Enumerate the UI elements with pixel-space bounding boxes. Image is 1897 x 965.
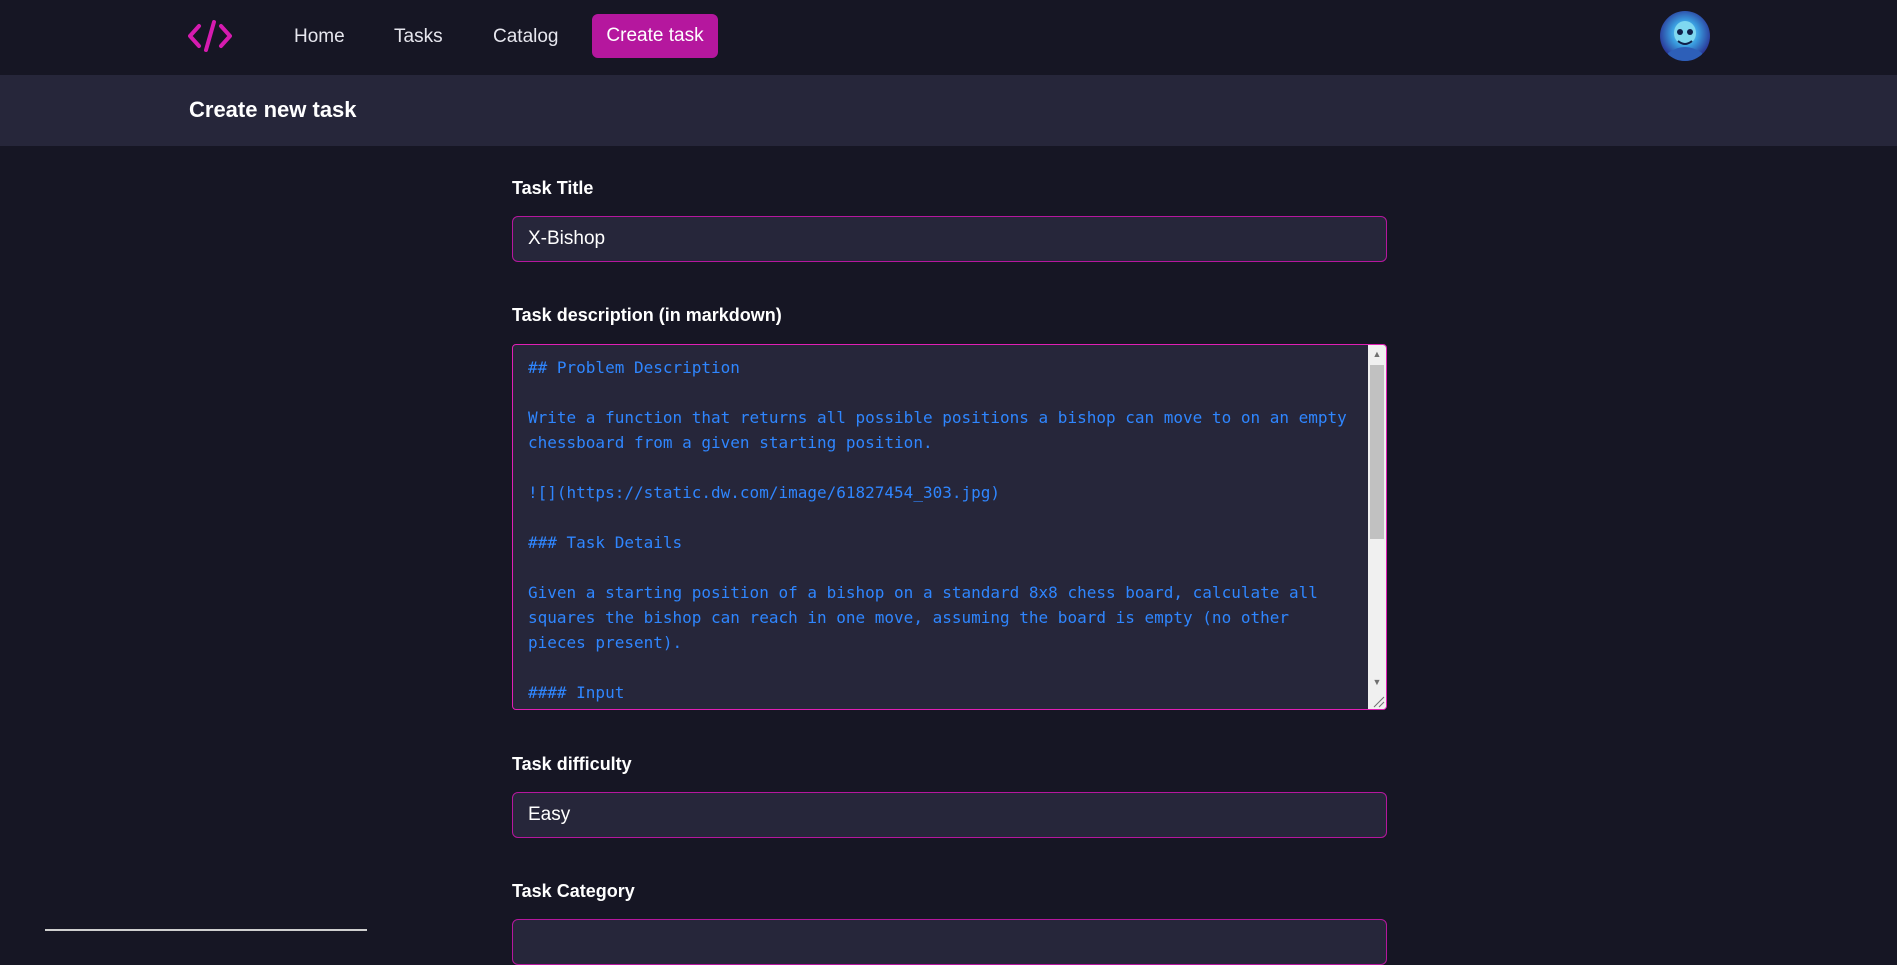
scroll-up-arrow-icon[interactable]: ▲: [1368, 345, 1386, 363]
create-task-button[interactable]: Create task: [592, 14, 718, 58]
page-header: Create new task: [0, 75, 1897, 146]
nav-home-link[interactable]: Home: [294, 26, 345, 48]
avatar[interactable]: [1660, 11, 1710, 61]
textarea-scrollbar[interactable]: ▲ ▼: [1368, 345, 1386, 709]
task-description-label: Task description (in markdown): [512, 305, 782, 325]
nav-catalog-link[interactable]: Catalog: [493, 26, 559, 48]
task-category-label: Task Category: [512, 881, 635, 901]
task-description-textarea[interactable]: ## Problem Description Write a function …: [512, 344, 1387, 710]
task-category-select[interactable]: [512, 919, 1387, 965]
resize-handle-icon[interactable]: [1368, 691, 1386, 709]
navbar: Home Tasks Catalog Create task: [0, 0, 1897, 75]
scroll-down-arrow-icon[interactable]: ▼: [1368, 673, 1386, 691]
scrollbar-thumb[interactable]: [1370, 365, 1384, 539]
nav-tasks-link[interactable]: Tasks: [394, 26, 443, 48]
task-title-label: Task Title: [512, 178, 594, 198]
task-title-input[interactable]: X-Bishop: [512, 216, 1387, 262]
task-difficulty-select[interactable]: Easy: [512, 792, 1387, 838]
task-description-text[interactable]: ## Problem Description Write a function …: [528, 355, 1348, 705]
task-difficulty-label: Task difficulty: [512, 754, 632, 774]
code-brackets-icon[interactable]: [188, 18, 232, 54]
page-title: Create new task: [189, 97, 357, 122]
